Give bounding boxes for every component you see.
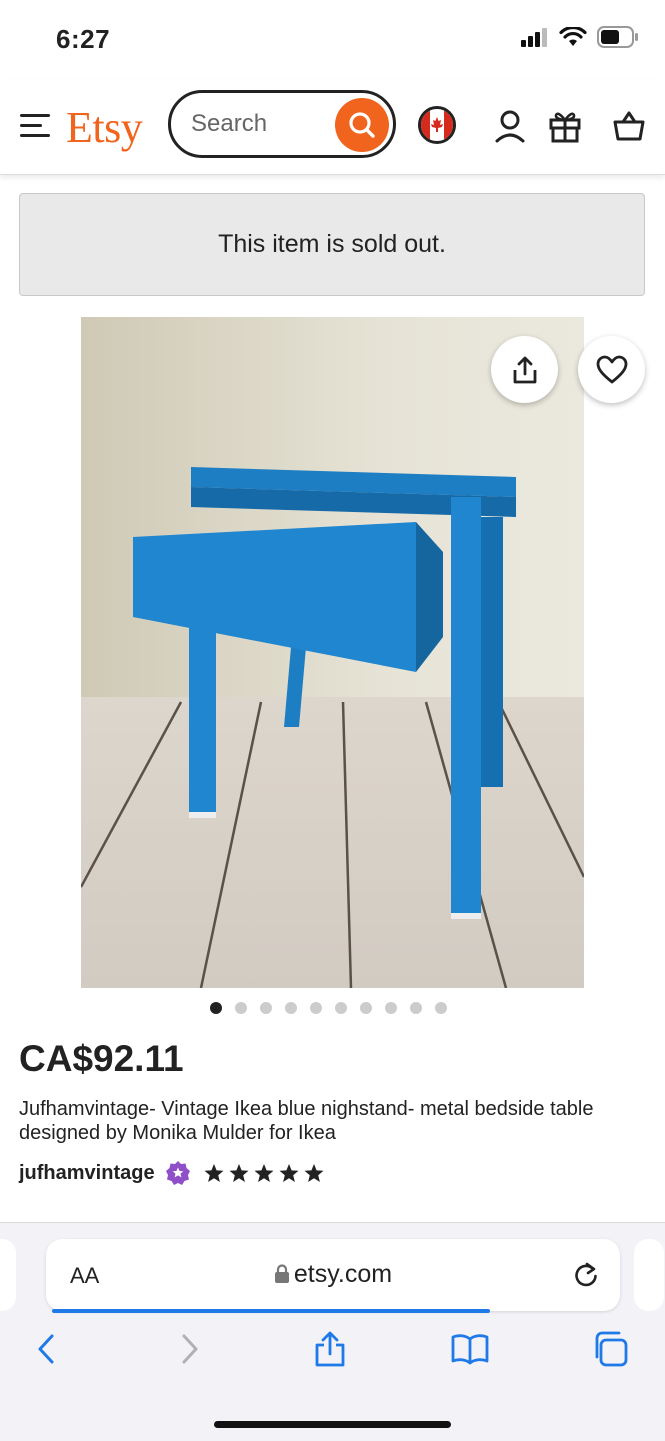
menu-icon[interactable] [20, 114, 50, 138]
share-sheet-button[interactable] [310, 1329, 350, 1369]
star-icon [279, 1163, 299, 1182]
favorite-button[interactable] [578, 336, 645, 403]
star-icon [304, 1163, 324, 1182]
share-icon [513, 356, 536, 383]
carousel-dot[interactable] [410, 1002, 422, 1014]
account-icon[interactable] [490, 106, 530, 146]
share-icon [315, 1331, 345, 1367]
reload-button[interactable] [572, 1261, 600, 1294]
star-seller-badge-icon [165, 1161, 190, 1185]
forward-button[interactable] [170, 1329, 210, 1369]
bookmarks-button[interactable] [450, 1329, 490, 1369]
nightstand-illustration [81, 317, 584, 988]
carousel-dot[interactable] [360, 1002, 372, 1014]
book-icon [451, 1334, 489, 1365]
signal-icon [521, 28, 547, 47]
star-icon [204, 1163, 224, 1182]
product-image[interactable] [81, 317, 584, 988]
back-button[interactable] [26, 1329, 66, 1369]
sold-out-banner: This item is sold out. [19, 193, 645, 296]
rating-stars[interactable] [203, 1163, 325, 1184]
carousel-dot[interactable] [385, 1002, 397, 1014]
canada-flag-icon[interactable] [418, 106, 456, 144]
gift-icon[interactable] [545, 106, 585, 146]
home-indicator[interactable] [214, 1421, 451, 1428]
lock-icon [274, 1264, 289, 1283]
product-price: CA$92.11 [19, 1038, 184, 1079]
status-icons [521, 26, 639, 48]
carousel-dot[interactable] [210, 1002, 222, 1014]
shop-name-link[interactable]: jufhamvintage [19, 1162, 155, 1185]
search-button[interactable] [335, 98, 389, 152]
share-button[interactable] [491, 336, 558, 403]
forward-icon [182, 1334, 198, 1364]
search-input[interactable] [189, 109, 333, 139]
tabs-button[interactable] [590, 1329, 630, 1369]
address-bar[interactable]: AA etsy.com [46, 1239, 620, 1313]
cart-icon[interactable] [609, 106, 649, 146]
reload-icon [575, 1262, 597, 1287]
search-icon [349, 112, 375, 138]
star-icon [254, 1163, 274, 1182]
carousel-dot[interactable] [335, 1002, 347, 1014]
clock: 6:27 [56, 24, 111, 54]
carousel-dot[interactable] [260, 1002, 272, 1014]
site-header: Etsy [0, 80, 665, 175]
next-tab-preview[interactable] [634, 1239, 664, 1311]
carousel-dot[interactable] [285, 1002, 297, 1014]
page-load-progress [52, 1309, 491, 1313]
heart-icon [596, 355, 627, 383]
star-icon [229, 1163, 249, 1182]
carousel-dot[interactable] [235, 1002, 247, 1014]
etsy-logo[interactable]: Etsy [66, 102, 143, 153]
previous-tab-preview[interactable] [0, 1239, 16, 1311]
shop-info: jufhamvintage [19, 1160, 325, 1186]
back-icon [38, 1334, 54, 1364]
battery-icon [597, 26, 638, 48]
status-bar: 6:27 [0, 0, 665, 80]
sold-out-text: This item is sold out. [218, 230, 446, 258]
wifi-icon [559, 27, 587, 46]
search-bar[interactable] [168, 90, 396, 158]
image-carousel-dots [210, 1002, 447, 1014]
browser-toolbar: AA etsy.com [0, 1222, 665, 1441]
tabs-icon [595, 1331, 628, 1367]
url-display[interactable]: etsy.com [46, 1260, 620, 1289]
product-title: Jufhamvintage- Vintage Ikea blue nighsta… [19, 1098, 594, 1144]
url-text: etsy.com [293, 1260, 393, 1288]
carousel-dot[interactable] [310, 1002, 322, 1014]
carousel-dot[interactable] [435, 1002, 447, 1014]
